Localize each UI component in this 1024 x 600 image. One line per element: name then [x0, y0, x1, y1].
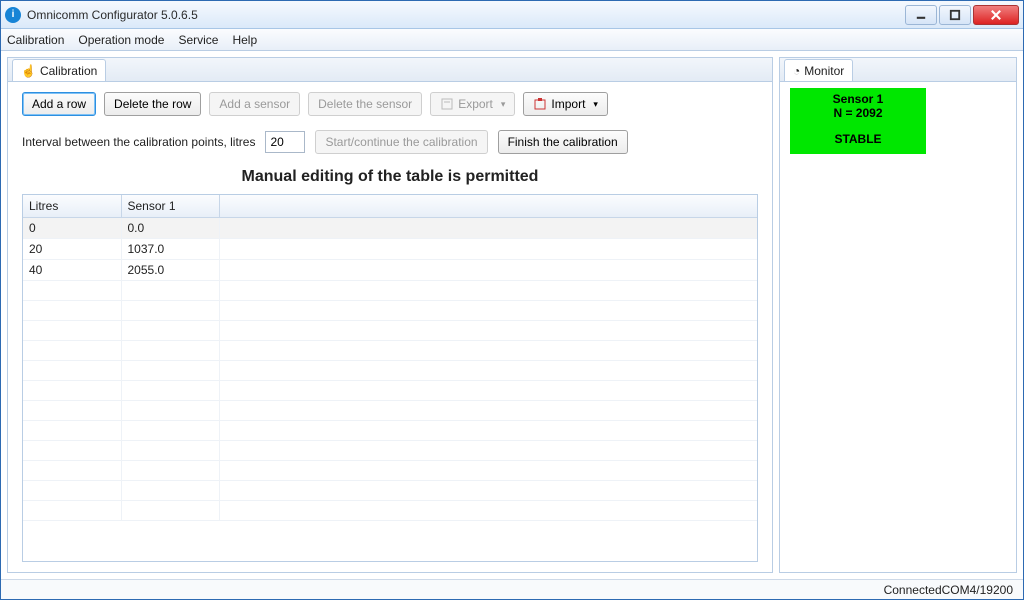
col-header-sensor1[interactable]: Sensor 1 [121, 195, 219, 217]
chevron-down-icon: ▾ [501, 99, 506, 110]
app-info-icon: i [5, 7, 21, 23]
cell-litres[interactable]: 0 [23, 217, 121, 238]
table-header-row: Litres Sensor 1 [23, 195, 757, 217]
calibration-table: Litres Sensor 1 0 0.0 [23, 195, 757, 521]
cell-empty [219, 259, 757, 280]
minimize-icon [914, 8, 928, 22]
menu-help[interactable]: Help [232, 33, 257, 47]
import-icon [533, 97, 547, 111]
interval-row: Interval between the calibration points,… [22, 130, 758, 154]
tab-calibration-label: Calibration [40, 64, 97, 78]
import-button[interactable]: Import ▾ [523, 92, 608, 116]
cell-sensor1[interactable]: 0.0 [121, 217, 219, 238]
add-sensor-button: Add a sensor [209, 92, 300, 116]
sensor-name: Sensor 1 [790, 92, 926, 106]
table-row[interactable] [23, 480, 757, 500]
menu-calibration[interactable]: Calibration [7, 33, 64, 47]
titlebar: i Omnicomm Configurator 5.0.6.5 [1, 1, 1023, 29]
menu-service[interactable]: Service [178, 33, 218, 47]
table-row[interactable] [23, 280, 757, 300]
monitor-pane: ◔ Monitor Sensor 1 N = 2092 STABLE [779, 57, 1017, 573]
chevron-down-icon: ▾ [593, 99, 598, 110]
maximize-button[interactable] [939, 5, 971, 25]
table-row[interactable] [23, 380, 757, 400]
monitor-body: Sensor 1 N = 2092 STABLE [780, 82, 1016, 160]
close-button[interactable] [973, 5, 1019, 25]
col-header-empty [219, 195, 757, 217]
manual-edit-heading: Manual editing of the table is permitted [22, 168, 758, 186]
cell-empty [219, 238, 757, 259]
start-continue-calibration-button: Start/continue the calibration [315, 130, 487, 154]
tab-monitor-label: Monitor [804, 64, 844, 78]
table-body: 0 0.0 20 1037.0 40 2055.0 [23, 217, 757, 520]
calibration-table-wrap: Litres Sensor 1 0 0.0 [22, 194, 758, 562]
cell-litres[interactable]: 20 [23, 238, 121, 259]
table-row[interactable] [23, 400, 757, 420]
menu-operation-mode[interactable]: Operation mode [78, 33, 164, 47]
app-window: i Omnicomm Configurator 5.0.6.5 Calibrat… [0, 0, 1024, 600]
right-tabbar: ◔ Monitor [780, 58, 1016, 82]
table-row[interactable] [23, 420, 757, 440]
sensor-status: STABLE [790, 132, 926, 146]
menubar: Calibration Operation mode Service Help [1, 29, 1023, 51]
cell-empty [219, 217, 757, 238]
window-title: Omnicomm Configurator 5.0.6.5 [27, 8, 905, 22]
export-button: Export ▾ [430, 92, 515, 116]
cell-sensor1[interactable]: 2055.0 [121, 259, 219, 280]
cell-sensor1[interactable]: 1037.0 [121, 238, 219, 259]
maximize-icon [948, 8, 962, 22]
finish-calibration-button[interactable]: Finish the calibration [498, 130, 628, 154]
table-row[interactable] [23, 440, 757, 460]
interval-label: Interval between the calibration points,… [22, 135, 255, 149]
tab-calibration[interactable]: ☝ Calibration [12, 59, 106, 81]
table-row[interactable]: 0 0.0 [23, 217, 757, 238]
table-row[interactable] [23, 300, 757, 320]
close-icon [989, 8, 1003, 22]
interval-input[interactable] [265, 131, 305, 153]
calibration-toolbar: Add a row Delete the row Add a sensor De… [22, 92, 758, 116]
add-row-button[interactable]: Add a row [22, 92, 96, 116]
col-header-litres[interactable]: Litres [23, 195, 121, 217]
sensor-status-card: Sensor 1 N = 2092 STABLE [790, 88, 926, 154]
table-row[interactable] [23, 460, 757, 480]
table-row[interactable] [23, 500, 757, 520]
calibration-body: Add a row Delete the row Add a sensor De… [8, 82, 772, 572]
table-row[interactable]: 40 2055.0 [23, 259, 757, 280]
table-row[interactable] [23, 320, 757, 340]
calibration-hand-icon: ☝ [21, 64, 36, 78]
monitor-gauge-icon: ◔ [793, 64, 800, 78]
calibration-pane: ☝ Calibration Add a row Delete the row A… [7, 57, 773, 573]
sensor-n-value: N = 2092 [790, 106, 926, 120]
table-row[interactable]: 20 1037.0 [23, 238, 757, 259]
tab-monitor[interactable]: ◔ Monitor [784, 59, 853, 81]
delete-row-button[interactable]: Delete the row [104, 92, 201, 116]
content-area: ☝ Calibration Add a row Delete the row A… [1, 51, 1023, 579]
delete-sensor-button: Delete the sensor [308, 92, 422, 116]
left-tabbar: ☝ Calibration [8, 58, 772, 82]
table-row[interactable] [23, 340, 757, 360]
minimize-button[interactable] [905, 5, 937, 25]
statusbar: ConnectedCOM4/19200 [1, 579, 1023, 599]
connection-status: ConnectedCOM4/19200 [884, 583, 1013, 597]
table-row[interactable] [23, 360, 757, 380]
window-controls [905, 5, 1019, 25]
cell-litres[interactable]: 40 [23, 259, 121, 280]
export-icon [440, 97, 454, 111]
